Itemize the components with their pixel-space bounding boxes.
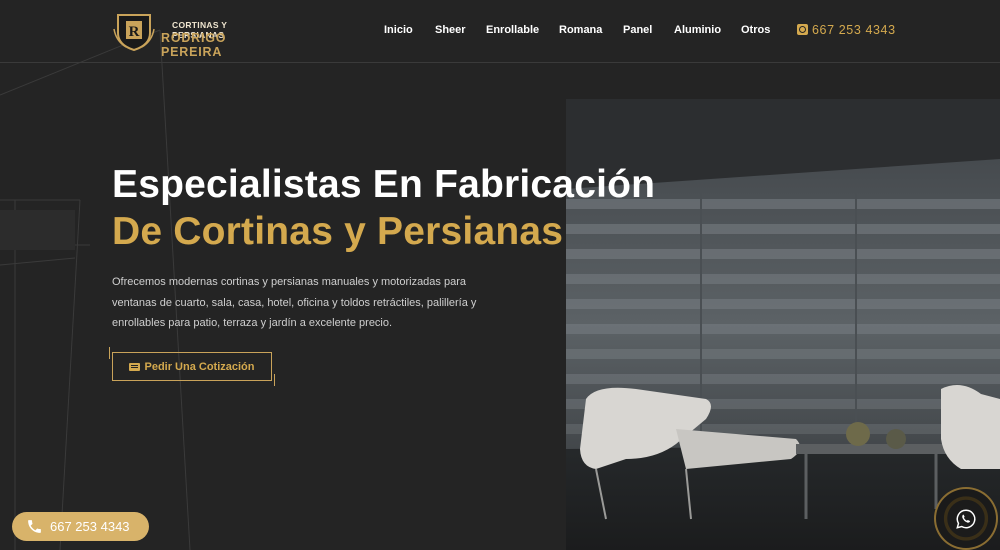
hero-title-line-2: De Cortinas y Persianas [112, 210, 564, 253]
hero-title-line-1: Especialistas En Fabricación [112, 163, 656, 206]
nav-item-sheer[interactable]: Sheer [435, 24, 466, 36]
whatsapp-icon [956, 509, 976, 529]
id-card-icon [129, 362, 141, 371]
floating-call-button[interactable]: 667 253 4343 [12, 512, 149, 541]
site-header: R CORTINAS Y PERSIANAS RODRIGO PEREIRA I… [0, 0, 1000, 63]
header-phone-link[interactable]: 667 253 4343 [797, 23, 896, 37]
request-quote-button[interactable]: Pedir Una Cotización [109, 347, 275, 386]
logo-bottom-text: RODRIGO PEREIRA [161, 31, 227, 59]
request-quote-label: Pedir Una Cotización [144, 360, 255, 373]
nav-item-otros[interactable]: Otros [741, 24, 770, 36]
floating-call-number: 667 253 4343 [50, 519, 130, 534]
logo-emblem-icon: R [113, 14, 155, 51]
hero-description: Ofrecemos modernas cortinas y persianas … [112, 276, 477, 329]
floating-whatsapp-button[interactable] [934, 487, 998, 550]
nav-item-inicio[interactable]: Inicio [384, 24, 413, 36]
header-phone-number: 667 253 4343 [812, 23, 896, 37]
logo[interactable]: R CORTINAS Y PERSIANAS RODRIGO PEREIRA [112, 11, 277, 59]
nav-item-enrollable[interactable]: Enrollable [486, 24, 539, 36]
whatsapp-icon [797, 24, 808, 35]
logo-letter: R [129, 24, 140, 40]
nav-item-aluminio[interactable]: Aluminio [674, 24, 721, 36]
phone-icon [28, 520, 41, 533]
nav-item-panel[interactable]: Panel [623, 24, 652, 36]
nav-item-romana[interactable]: Romana [559, 24, 602, 36]
